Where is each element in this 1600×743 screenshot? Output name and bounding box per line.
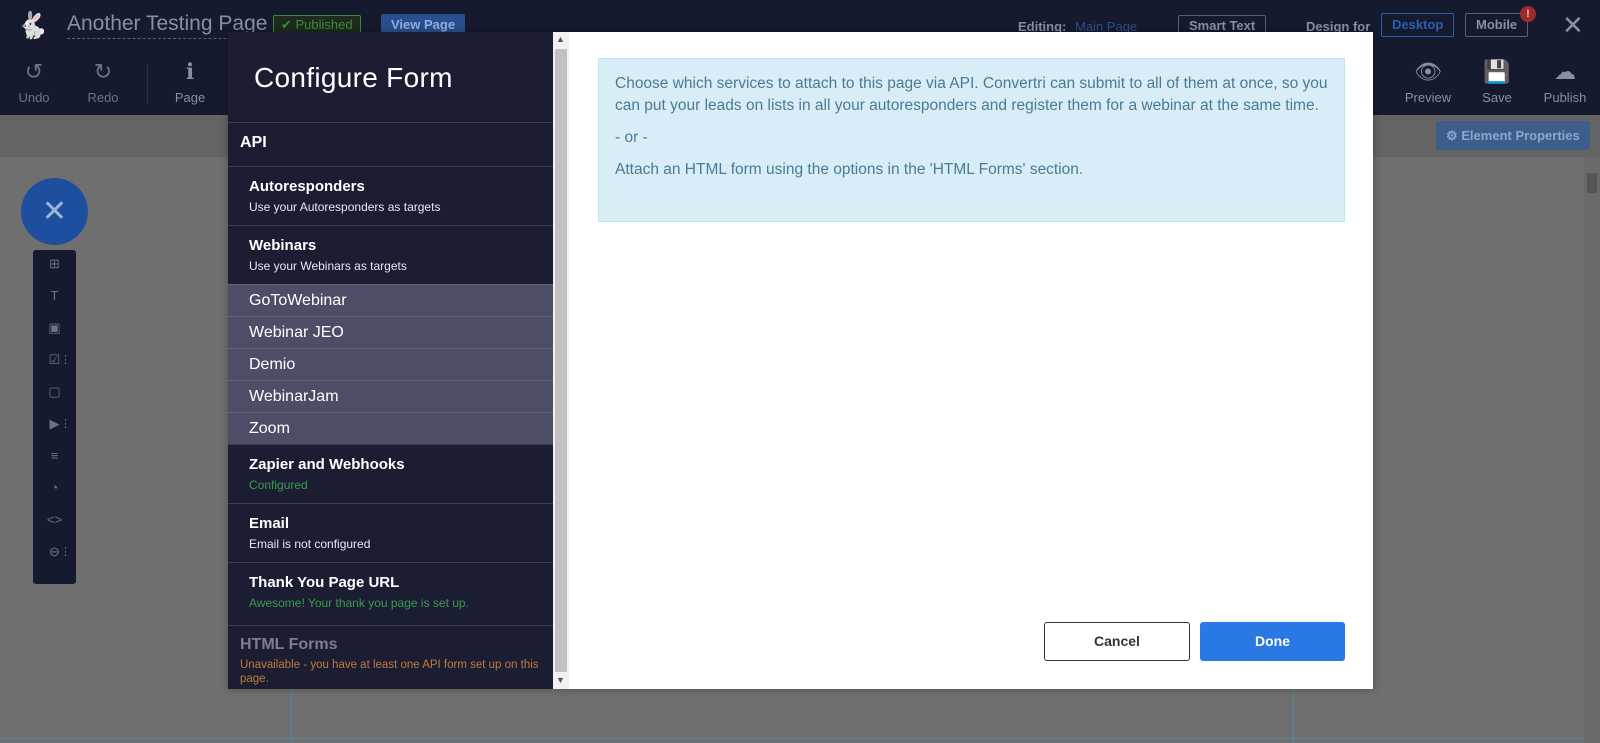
sidebar-item-webinars[interactable]: Webinars Use your Webinars as targets: [228, 225, 553, 284]
close-elements-fab[interactable]: ✕: [21, 178, 88, 245]
modal-sidebar: Configure Form API Autoresponders Use yo…: [228, 32, 553, 689]
close-editor-icon[interactable]: ✕: [1562, 10, 1584, 40]
webinars-subtitle: Use your Webinars as targets: [249, 259, 407, 273]
code-tool-icon[interactable]: <>: [33, 510, 76, 530]
more-options-icon[interactable]: ⋮: [60, 350, 71, 370]
save-label: Save: [1482, 90, 1512, 105]
image-tool-icon[interactable]: ▣: [33, 318, 76, 338]
text-tool-glyph: T: [50, 288, 59, 303]
mobile-button[interactable]: Mobile: [1465, 13, 1529, 37]
modal-title: Configure Form: [254, 62, 453, 93]
publish-label: Publish: [1543, 90, 1587, 105]
api-heading: API: [240, 134, 267, 151]
email-title: Email: [249, 515, 290, 532]
code-tool-glyph: <>: [46, 512, 63, 527]
image-tool-glyph: ▣: [48, 320, 61, 335]
cloud-upload-icon: ☁: [1554, 59, 1576, 84]
configure-form-modal: Configure Form API Autoresponders Use yo…: [228, 32, 1373, 689]
element-properties-button[interactable]: ⚙ Element Properties: [1436, 121, 1590, 150]
video-tool-glyph: ▶: [49, 416, 60, 431]
sidebar-item-demio[interactable]: Demio: [228, 348, 553, 380]
modal-content: Choose which services to attach to this …: [569, 32, 1373, 689]
floppy-disk-icon: 💾: [1483, 59, 1511, 84]
section-tool-glyph: ⊞: [49, 256, 60, 271]
rabbit-logo-icon: 🐇: [16, 10, 49, 40]
undo-icon: ↺: [24, 59, 44, 84]
redo-label: Redo: [87, 90, 119, 105]
canvas-guide-left: [291, 690, 292, 743]
divider-tool-icon[interactable]: ⊖ ⋮: [33, 542, 76, 562]
autoresponders-subtitle: Use your Autoresponders as targets: [249, 200, 441, 214]
info-alert: Choose which services to attach to this …: [598, 58, 1345, 222]
html-forms-title: HTML Forms: [240, 636, 338, 653]
page-settings-button[interactable]: ℹ Page: [160, 58, 220, 105]
form-tool-glyph: ☑: [48, 352, 61, 367]
publish-button[interactable]: ☁ Publish: [1535, 58, 1595, 105]
sidebar-item-html-forms: HTML Forms Unavailable - you have at lea…: [228, 625, 553, 689]
text-tool-icon[interactable]: T: [33, 286, 76, 306]
info-icon: ℹ: [185, 59, 195, 84]
page-scrollbar[interactable]: [1584, 157, 1600, 743]
sidebar-item-autoresponders[interactable]: Autoresponders Use your Autoresponders a…: [228, 166, 553, 225]
sidebar-item-webinarjam[interactable]: WebinarJam: [228, 380, 553, 412]
page-scrollbar-thumb[interactable]: [1587, 173, 1597, 193]
sidebar-item-zoom[interactable]: Zoom: [228, 412, 553, 444]
sidebar-item-thank-you-page[interactable]: Thank You Page URL Awesome! Your thank y…: [228, 562, 553, 625]
video-tool-icon[interactable]: ▶ ⋮: [33, 414, 76, 434]
box-tool-icon[interactable]: ▢: [33, 382, 76, 402]
thank-you-status: Awesome! Your thank you page is set up.: [249, 596, 469, 610]
info-paragraph-api: Choose which services to attach to this …: [615, 75, 1328, 114]
canvas-guide-right: [1293, 690, 1294, 743]
preview-label: Preview: [1404, 90, 1452, 105]
info-or-separator: - or -: [615, 129, 648, 146]
preview-button[interactable]: 👁 Preview: [1398, 58, 1458, 105]
eye-icon: 👁: [1414, 59, 1442, 84]
list-tool-icon[interactable]: ≡: [33, 446, 76, 466]
undo-label: Undo: [18, 90, 50, 105]
box-tool-glyph: ▢: [48, 384, 61, 399]
timer-tool-icon[interactable]: ◔: [33, 478, 76, 498]
done-button[interactable]: Done: [1200, 622, 1345, 661]
sidebar-item-email[interactable]: Email Email is not configured: [228, 503, 553, 562]
canvas-guide-bottom: [0, 738, 1600, 739]
zapier-status: Configured: [249, 478, 308, 492]
api-section-header: API: [228, 122, 553, 166]
sidebar-scrollbar-thumb[interactable]: [555, 49, 567, 672]
desktop-button[interactable]: Desktop: [1381, 13, 1455, 37]
form-tool-icon[interactable]: ☑ ⋮: [33, 350, 76, 370]
section-tool-icon[interactable]: ⊞: [33, 254, 76, 274]
save-button[interactable]: 💾 Save: [1467, 58, 1527, 105]
email-status: Email is not configured: [249, 537, 371, 551]
sidebar-item-zapier[interactable]: Zapier and Webhooks Configured: [228, 444, 553, 503]
thank-you-title: Thank You Page URL: [249, 574, 400, 591]
info-paragraph-html: Attach an HTML form using the options in…: [615, 161, 1084, 178]
undo-button[interactable]: ↺ Undo: [4, 58, 64, 105]
list-tool-glyph: ≡: [50, 448, 59, 463]
sidebar-item-webinar-jeo[interactable]: Webinar JEO: [228, 316, 553, 348]
webinars-title: Webinars: [249, 237, 317, 254]
redo-button[interactable]: ↻ Redo: [73, 58, 133, 105]
divider-tool-glyph: ⊖: [49, 544, 60, 559]
more-options-icon[interactable]: ⋮: [60, 542, 71, 562]
timer-tool-glyph: ◔: [50, 480, 59, 495]
zapier-title: Zapier and Webhooks: [249, 456, 405, 473]
redo-icon: ↻: [93, 59, 113, 84]
element-toolbar: ⊞ T ▣ ☑ ⋮ ▢ ▶ ⋮ ≡ ◔ <> ⊖ ⋮: [33, 250, 76, 584]
sidebar-scrollbar[interactable]: ▲ ▼: [553, 32, 569, 689]
cancel-button[interactable]: Cancel: [1044, 622, 1190, 661]
autoresponders-title: Autoresponders: [249, 178, 365, 195]
page-label: Page: [174, 90, 206, 105]
html-forms-status: Unavailable - you have at least one API …: [240, 659, 539, 685]
toolbar-divider: [147, 64, 148, 104]
scroll-down-icon[interactable]: ▼: [556, 675, 565, 685]
more-options-icon[interactable]: ⋮: [60, 414, 71, 434]
scroll-up-icon[interactable]: ▲: [556, 34, 565, 44]
mobile-alert-badge: !: [1520, 6, 1536, 22]
sidebar-item-gotowebinar[interactable]: GoToWebinar: [228, 284, 553, 316]
